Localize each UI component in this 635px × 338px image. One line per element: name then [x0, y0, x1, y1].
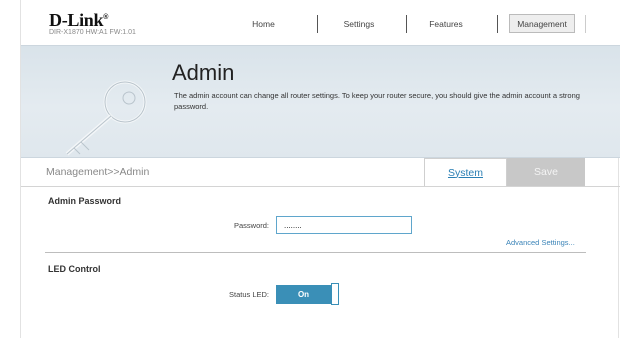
top-bar: D-Link® DIR-X1870 HW:A1 FW:1.01 Home Set…	[21, 0, 620, 45]
nav-home[interactable]: Home	[236, 14, 291, 33]
password-input[interactable]	[276, 216, 412, 234]
nav-divider	[317, 15, 318, 33]
trademark-mark: ®	[103, 14, 109, 21]
nav-divider	[406, 15, 407, 33]
status-led-toggle[interactable]: On	[276, 283, 339, 305]
section-divider	[45, 252, 586, 253]
toggle-knob[interactable]	[331, 283, 339, 305]
nav-divider	[585, 15, 586, 33]
page-title: Admin	[172, 60, 235, 85]
dlink-logo: D-Link®	[49, 10, 108, 31]
password-label: Password:	[234, 221, 270, 230]
breadcrumb-divider	[21, 186, 620, 187]
router-admin-page: D-Link® DIR-X1870 HW:A1 FW:1.01 Home Set…	[20, 0, 620, 338]
breadcrumb: Management>>Admin	[46, 166, 150, 178]
nav-management[interactable]: Management	[509, 14, 575, 33]
logo-text: D-Link	[49, 10, 104, 30]
key-icon	[65, 80, 147, 156]
nav-features[interactable]: Features	[411, 14, 481, 33]
page-header-banner: Admin The admin account can change all r…	[21, 45, 620, 158]
nav-settings[interactable]: Settings	[324, 14, 394, 33]
admin-password-heading: Admin Password	[48, 196, 122, 206]
save-button[interactable]: Save	[507, 158, 585, 186]
led-control-heading: LED Control	[48, 264, 101, 274]
status-led-label: Status LED:	[229, 290, 270, 299]
advanced-settings-link[interactable]: Advanced Settings...	[506, 238, 575, 247]
system-button[interactable]: System	[424, 158, 507, 186]
model-info: DIR-X1870 HW:A1 FW:1.01	[49, 29, 136, 36]
toggle-on-state: On	[276, 285, 331, 304]
page-description: The admin account can change all router …	[174, 91, 580, 111]
nav-divider	[497, 15, 498, 33]
